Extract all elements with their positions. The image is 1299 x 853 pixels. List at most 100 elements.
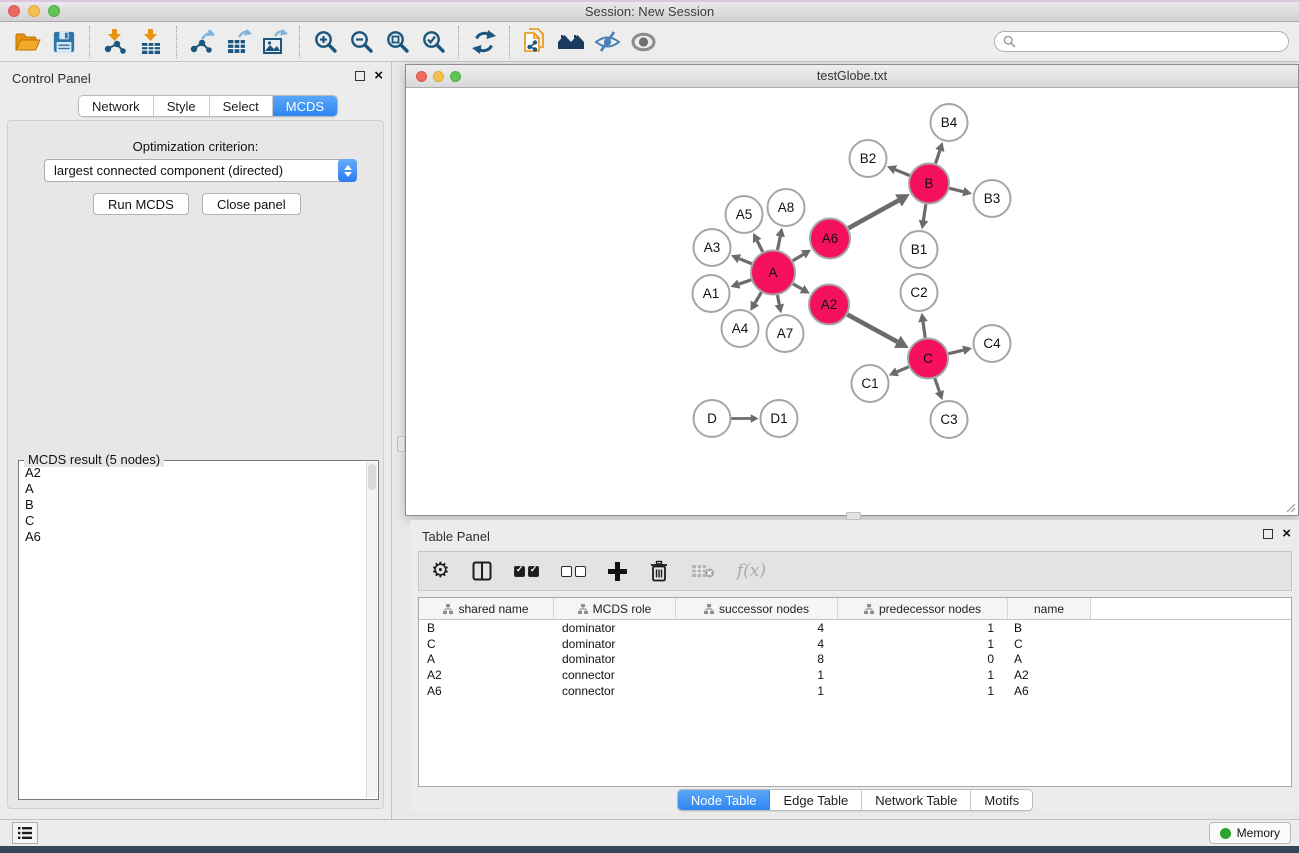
tab-network[interactable]: Network: [79, 96, 154, 116]
table-row[interactable]: A6connector11A6: [419, 683, 1291, 699]
cell-predecessor-nodes: 0: [838, 652, 1008, 668]
network-graph-svg[interactable]: AA6A2BCA1A3A4A5A7A8B1B2B3B4C1C2C3C4DD1: [407, 88, 1298, 515]
result-item[interactable]: B: [20, 497, 366, 513]
close-panel-button[interactable]: Close panel: [202, 193, 301, 215]
table-row[interactable]: Adominator80A: [419, 652, 1291, 668]
tab-style[interactable]: Style: [154, 96, 210, 116]
search-field[interactable]: [994, 31, 1289, 52]
horizontal-splitter-handle[interactable]: [846, 512, 861, 520]
cell-mcds-role: connector: [554, 667, 676, 683]
tab-motifs[interactable]: Motifs: [971, 790, 1032, 810]
edge-A-A2[interactable]: [793, 284, 802, 289]
result-item[interactable]: C: [20, 513, 366, 529]
column-header-mcds-role[interactable]: MCDS role: [554, 598, 676, 619]
deselect-all-button[interactable]: [561, 566, 586, 577]
edge-arrowhead-icon: [918, 313, 928, 323]
tab-network-table[interactable]: Network Table: [862, 790, 971, 810]
cell-predecessor-nodes: 1: [838, 667, 1008, 683]
new-network-from-selection-button[interactable]: [517, 25, 553, 59]
float-table-panel-icon[interactable]: [1263, 529, 1273, 539]
resize-grip-icon[interactable]: [1284, 501, 1296, 513]
column-header-shared-name[interactable]: shared name: [419, 598, 554, 619]
search-input[interactable]: [1021, 35, 1280, 49]
result-scrollbar[interactable]: [366, 462, 377, 798]
export-image-button[interactable]: [256, 25, 292, 59]
column-header-label: predecessor nodes: [879, 602, 981, 616]
table-row[interactable]: A2connector11A2: [419, 667, 1291, 683]
run-mcds-button[interactable]: Run MCDS: [93, 193, 189, 215]
edge-A-A1[interactable]: [739, 280, 751, 284]
edge-C-C4[interactable]: [948, 350, 963, 353]
edge-A2-C[interactable]: [847, 315, 897, 342]
open-ndex-button[interactable]: [553, 25, 589, 59]
hide-graphics-details-button[interactable]: [589, 25, 625, 59]
cell-successor-nodes: 8: [676, 652, 838, 668]
result-item[interactable]: A2: [20, 465, 366, 481]
cell-mcds-role: dominator: [554, 652, 676, 668]
open-session-button[interactable]: [10, 25, 46, 59]
memory-button[interactable]: Memory: [1209, 822, 1291, 844]
column-header-predecessor-nodes[interactable]: predecessor nodes: [838, 598, 1008, 619]
import-table-button[interactable]: [133, 25, 169, 59]
table-row[interactable]: Bdominator41B: [419, 620, 1291, 636]
export-network-button[interactable]: [184, 25, 220, 59]
toolbar-separator: [299, 26, 300, 58]
edge-B-B3[interactable]: [949, 188, 963, 191]
zoom-selected-button[interactable]: [415, 25, 451, 59]
apply-function-button[interactable]: f(x): [737, 561, 766, 581]
table-settings-button[interactable]: ⚙: [431, 561, 450, 581]
network-window-titlebar[interactable]: testGlobe.txt: [406, 65, 1298, 88]
column-header-successor-nodes[interactable]: successor nodes: [676, 598, 838, 619]
tab-node-table[interactable]: Node Table: [678, 790, 771, 810]
criterion-dropdown[interactable]: largest connected component (directed): [44, 159, 357, 182]
edge-B-B4[interactable]: [936, 150, 940, 163]
table-panel-title: Table Panel: [422, 529, 490, 544]
edge-A-A7[interactable]: [777, 295, 779, 305]
edge-C-C1[interactable]: [897, 367, 909, 372]
show-panels-button[interactable]: [12, 822, 38, 844]
show-columns-button[interactable]: [472, 561, 492, 581]
cell-mcds-role: connector: [554, 683, 676, 699]
result-item[interactable]: A: [20, 481, 366, 497]
tab-edge-table[interactable]: Edge Table: [770, 790, 862, 810]
export-table-button[interactable]: [220, 25, 256, 59]
select-all-button[interactable]: [514, 566, 539, 577]
delete-table-button[interactable]: [691, 563, 715, 579]
cell-name: A6: [1008, 683, 1091, 699]
vertical-splitter-handle[interactable]: [397, 436, 405, 452]
memory-label: Memory: [1237, 826, 1280, 840]
edge-A-A6[interactable]: [793, 254, 804, 260]
zoom-out-button[interactable]: [343, 25, 379, 59]
edge-A6-B[interactable]: [848, 200, 898, 228]
close-panel-icon[interactable]: ×: [374, 71, 383, 81]
edge-A-A5[interactable]: [757, 241, 763, 252]
delete-row-button[interactable]: [649, 560, 669, 582]
column-header-name[interactable]: name: [1008, 598, 1091, 619]
edge-A-A4[interactable]: [755, 292, 761, 303]
zoom-in-button[interactable]: [307, 25, 343, 59]
edge-B-B2[interactable]: [895, 170, 909, 176]
edge-C-C3[interactable]: [935, 378, 940, 391]
session-title: Session: New Session: [0, 4, 1299, 19]
optimization-criterion-label: Optimization criterion:: [8, 139, 383, 154]
show-graphics-details-button[interactable]: [625, 25, 661, 59]
cell-successor-nodes: 1: [676, 667, 838, 683]
add-row-button[interactable]: [608, 562, 627, 581]
edge-B-B1[interactable]: [923, 204, 925, 220]
cell-predecessor-nodes: 1: [838, 620, 1008, 636]
table-row[interactable]: Cdominator41C: [419, 636, 1291, 652]
float-panel-icon[interactable]: [355, 71, 365, 81]
save-session-button[interactable]: [46, 25, 82, 59]
zoom-fit-button[interactable]: [379, 25, 415, 59]
tab-select[interactable]: Select: [210, 96, 273, 116]
refresh-button[interactable]: [466, 25, 502, 59]
tab-mcds[interactable]: MCDS: [273, 96, 337, 116]
table-header-row: shared nameMCDS rolesuccessor nodes prede…: [419, 598, 1291, 620]
edge-C-C2[interactable]: [923, 322, 925, 338]
edge-A-A3[interactable]: [739, 259, 751, 264]
import-network-button[interactable]: [97, 25, 133, 59]
column-header-label: name: [1034, 602, 1064, 616]
close-table-panel-icon[interactable]: ×: [1282, 529, 1291, 539]
result-item[interactable]: A6: [20, 529, 366, 545]
edge-A-A8[interactable]: [778, 236, 781, 250]
